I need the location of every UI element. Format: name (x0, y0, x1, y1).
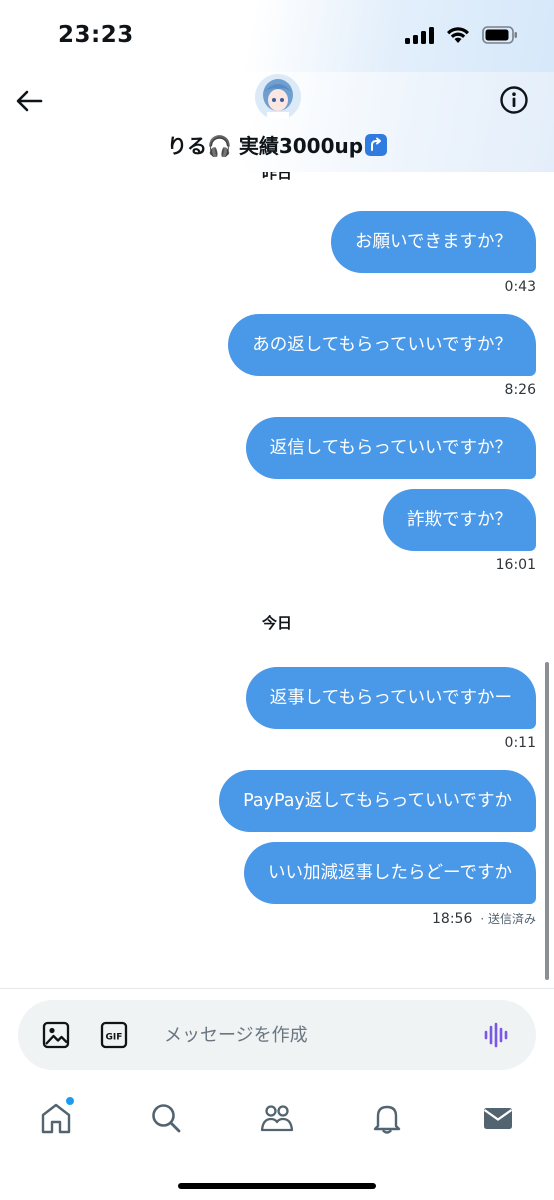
message-bubble[interactable]: あの返してもらっていいですか？ (228, 314, 536, 376)
home-indicator[interactable] (178, 1183, 376, 1189)
message-list[interactable]: 昨日 お願いできますか？ 0:43 あの返してもらっていいですか？ 8:26 返… (0, 172, 554, 987)
conversation-title[interactable]: りる🎧 実績3000up (0, 130, 554, 159)
bell-icon (373, 1105, 401, 1134)
conversation-header: りる🎧 実績3000up (0, 72, 554, 172)
tab-communities[interactable] (259, 1100, 295, 1136)
communities-icon (260, 1105, 294, 1132)
envelope-icon (483, 1108, 513, 1129)
search-icon (152, 1104, 181, 1133)
bottom-tab-bar (0, 1088, 554, 1148)
info-button[interactable] (498, 84, 530, 116)
status-time: 23:23 (58, 22, 134, 48)
home-icon (41, 1103, 71, 1134)
status-icons (405, 26, 518, 44)
sent-status: · 送信済み (480, 912, 536, 926)
cellular-signal-icon (405, 26, 434, 44)
message-timestamp: 8:26 (504, 382, 536, 398)
message-timestamp: 0:43 (504, 279, 536, 295)
back-button[interactable] (12, 84, 46, 118)
message-timestamp: 0:11 (504, 735, 536, 751)
message-bubble[interactable]: いい加減返事したらどーですか (244, 842, 536, 904)
message-composer: GIF (18, 1000, 536, 1070)
voice-waveform-icon (484, 1022, 508, 1048)
message-bubble[interactable]: お願いできますか？ (331, 211, 536, 273)
scrollbar[interactable] (545, 662, 549, 980)
svg-text:GIF: GIF (106, 1033, 123, 1043)
tab-notifications[interactable] (369, 1100, 405, 1136)
message-bubble[interactable]: 返事してもらっていいですかー (245, 667, 536, 729)
tab-search[interactable] (148, 1100, 184, 1136)
date-separator-yesterday: 昨日 (261, 172, 292, 182)
notification-dot (66, 1097, 74, 1105)
info-icon (500, 86, 528, 114)
tab-messages[interactable] (480, 1100, 516, 1136)
message-bubble[interactable]: PayPay返してもらっていいですか (219, 770, 536, 832)
message-timestamp: 18:56 · 送信済み (432, 910, 536, 927)
battery-icon (482, 26, 517, 44)
message-timestamp: 16:01 (495, 557, 536, 573)
arrow-left-icon (16, 90, 43, 112)
message-bubble[interactable]: 詐欺ですか？ (383, 489, 536, 551)
date-separator-today: 今日 (261, 614, 292, 632)
image-icon (42, 1021, 70, 1049)
avatar[interactable] (255, 74, 301, 120)
add-photo-button[interactable] (40, 1019, 72, 1051)
add-gif-button[interactable]: GIF (98, 1019, 130, 1051)
gif-icon: GIF (100, 1021, 128, 1049)
timestamp-time: 18:56 (432, 911, 473, 927)
tab-home[interactable] (38, 1097, 74, 1136)
arrow-badge-icon (365, 134, 388, 156)
message-bubble[interactable]: 返信してもらっていいですか？ (245, 417, 536, 479)
composer-divider (0, 988, 554, 989)
display-name: りる🎧 実績3000up (166, 134, 364, 158)
status-bar: 23:23 (0, 0, 554, 72)
voice-message-button[interactable] (480, 1019, 512, 1051)
wifi-icon (447, 27, 469, 43)
message-input[interactable] (164, 1000, 464, 1070)
